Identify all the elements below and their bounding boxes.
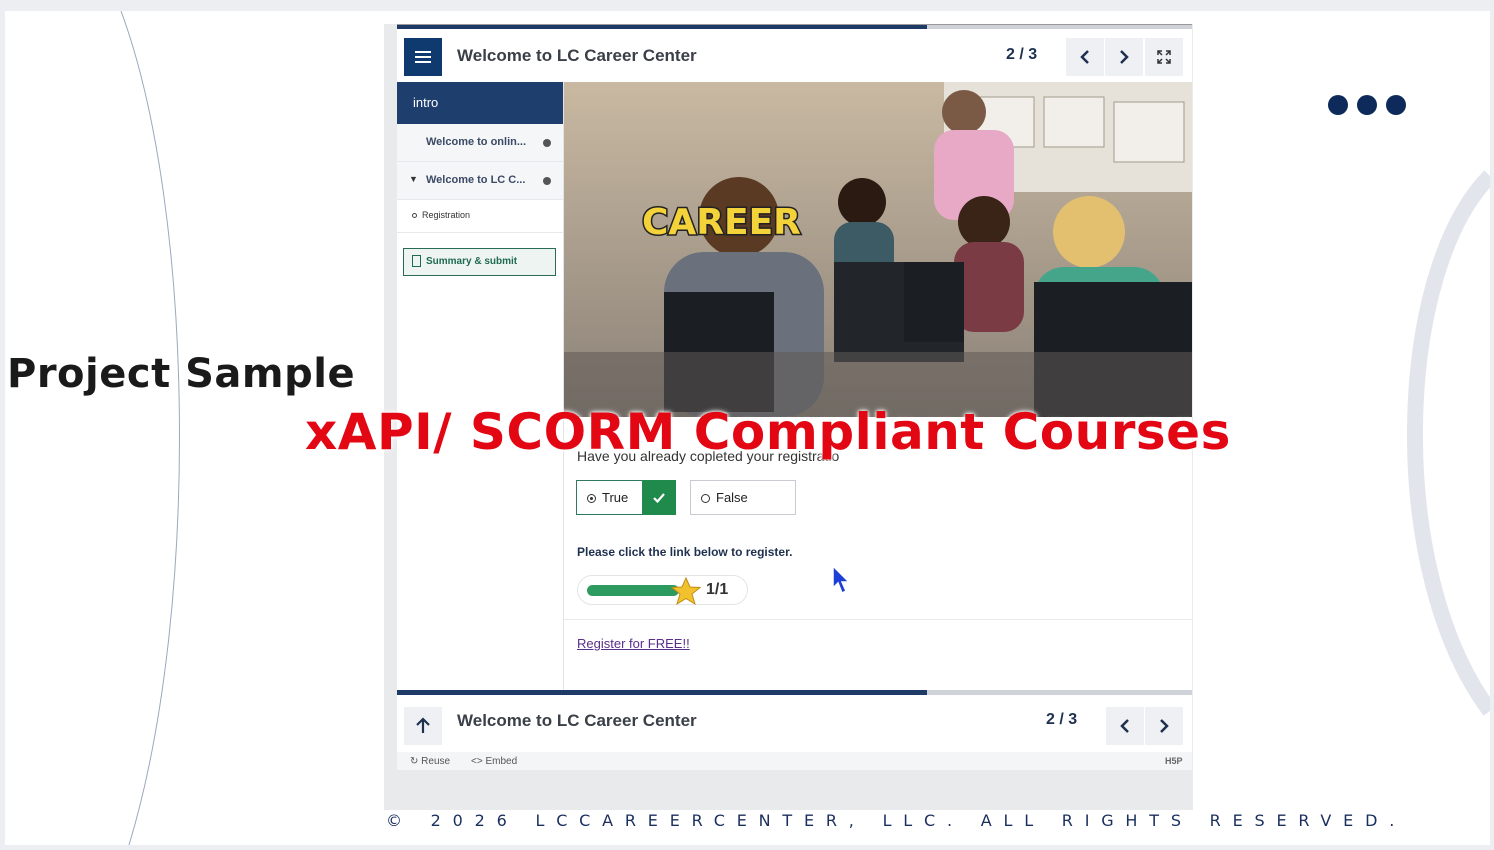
sidebar-header[interactable]: intro [397,82,563,124]
answer-true[interactable]: True [576,480,676,515]
correct-check-icon [642,480,676,515]
instruction-text: Please click the link below to register. [577,545,793,559]
sidebar-subitem-label: Registration [422,210,471,220]
sidebar-item-label: Welcome to LC C... [426,174,526,186]
slide: Project Sample Welcome to LC Career Cent… [5,11,1490,845]
caret-down-icon: ▼ [409,174,418,184]
arrow-up-icon [416,717,430,733]
player-title: Welcome to LC Career Center [457,46,697,65]
answer-label: False [716,490,748,505]
overlay-title: xAPI/ SCORM Compliant Courses [305,403,1231,461]
mouse-cursor-icon [832,565,851,595]
prev-button[interactable] [1066,38,1104,76]
document-icon [412,255,421,267]
dot [1386,95,1406,115]
next-button-bottom[interactable] [1145,707,1183,745]
hero-image: CAREER [564,82,1192,417]
sidebar-item-welcome-online[interactable]: Welcome to onlin... [397,124,563,162]
reuse-button[interactable]: ↻ Reuse [410,756,450,767]
radio-icon [701,494,710,503]
embed-button[interactable]: <> Embed [471,756,517,767]
progress-bar-bottom [397,690,1192,695]
star-icon [671,577,701,605]
chevron-right-icon [1160,719,1169,733]
answer-label: True [602,490,629,505]
status-dot [543,177,551,185]
radio-selected-icon [587,494,596,503]
reuse-label: Reuse [421,756,451,767]
project-label: Project Sample [7,351,356,397]
sidebar-item-label: Welcome to onlin... [426,136,527,148]
page-counter: 2 / 3 [1006,46,1038,63]
score-bar: 1/1 [577,575,748,605]
h5p-logo[interactable]: H5P [1165,756,1183,766]
sidebar-subitem-registration[interactable]: Registration [397,200,563,233]
next-button[interactable] [1105,38,1143,76]
progress-bar-top [397,25,1192,29]
fullscreen-icon [1157,50,1171,64]
dot [1357,95,1377,115]
copyright: © 2026 LCCAREERCENTER, LLC. ALL RIGHTS R… [386,811,1407,830]
scroll-top-button[interactable] [404,707,442,745]
hero-overlay-text: CAREER [642,202,801,243]
prev-button-bottom[interactable] [1106,707,1144,745]
ring-icon [412,213,417,218]
chevron-right-icon [1120,50,1129,64]
register-link[interactable]: Register for FREE!! [577,636,690,651]
progress-fill [397,25,928,29]
status-dot [543,139,551,147]
sidebar: intro Welcome to onlin... ▼ Welcome to L… [397,82,564,690]
more-options-icon[interactable] [1328,95,1406,115]
page-counter-bottom: 2 / 3 [1046,711,1078,728]
fullscreen-button[interactable] [1145,38,1183,76]
dot [1328,95,1348,115]
answer-false[interactable]: False [690,480,796,515]
content-area: CAREER Have you already copleted your re… [564,82,1192,690]
progress-fill [397,690,928,695]
bottom-bar: Welcome to LC Career Center 2 / 3 [397,690,1192,752]
divider [564,619,1192,620]
score-text: 1/1 [706,581,729,598]
chevron-left-icon [1120,719,1129,733]
h5p-footer: ↻ Reuse <> Embed H5P [397,752,1192,770]
summary-submit-button[interactable]: Summary & submit [403,248,556,276]
summary-label: Summary & submit [426,256,518,267]
menu-button[interactable] [404,38,442,76]
score-fill [587,585,679,596]
player-title-bottom: Welcome to LC Career Center [457,711,697,730]
top-bar: Welcome to LC Career Center 2 / 3 [397,24,1192,82]
chevron-left-icon [1080,50,1089,64]
sidebar-item-welcome-lc[interactable]: ▼ Welcome to LC C... [397,162,563,200]
